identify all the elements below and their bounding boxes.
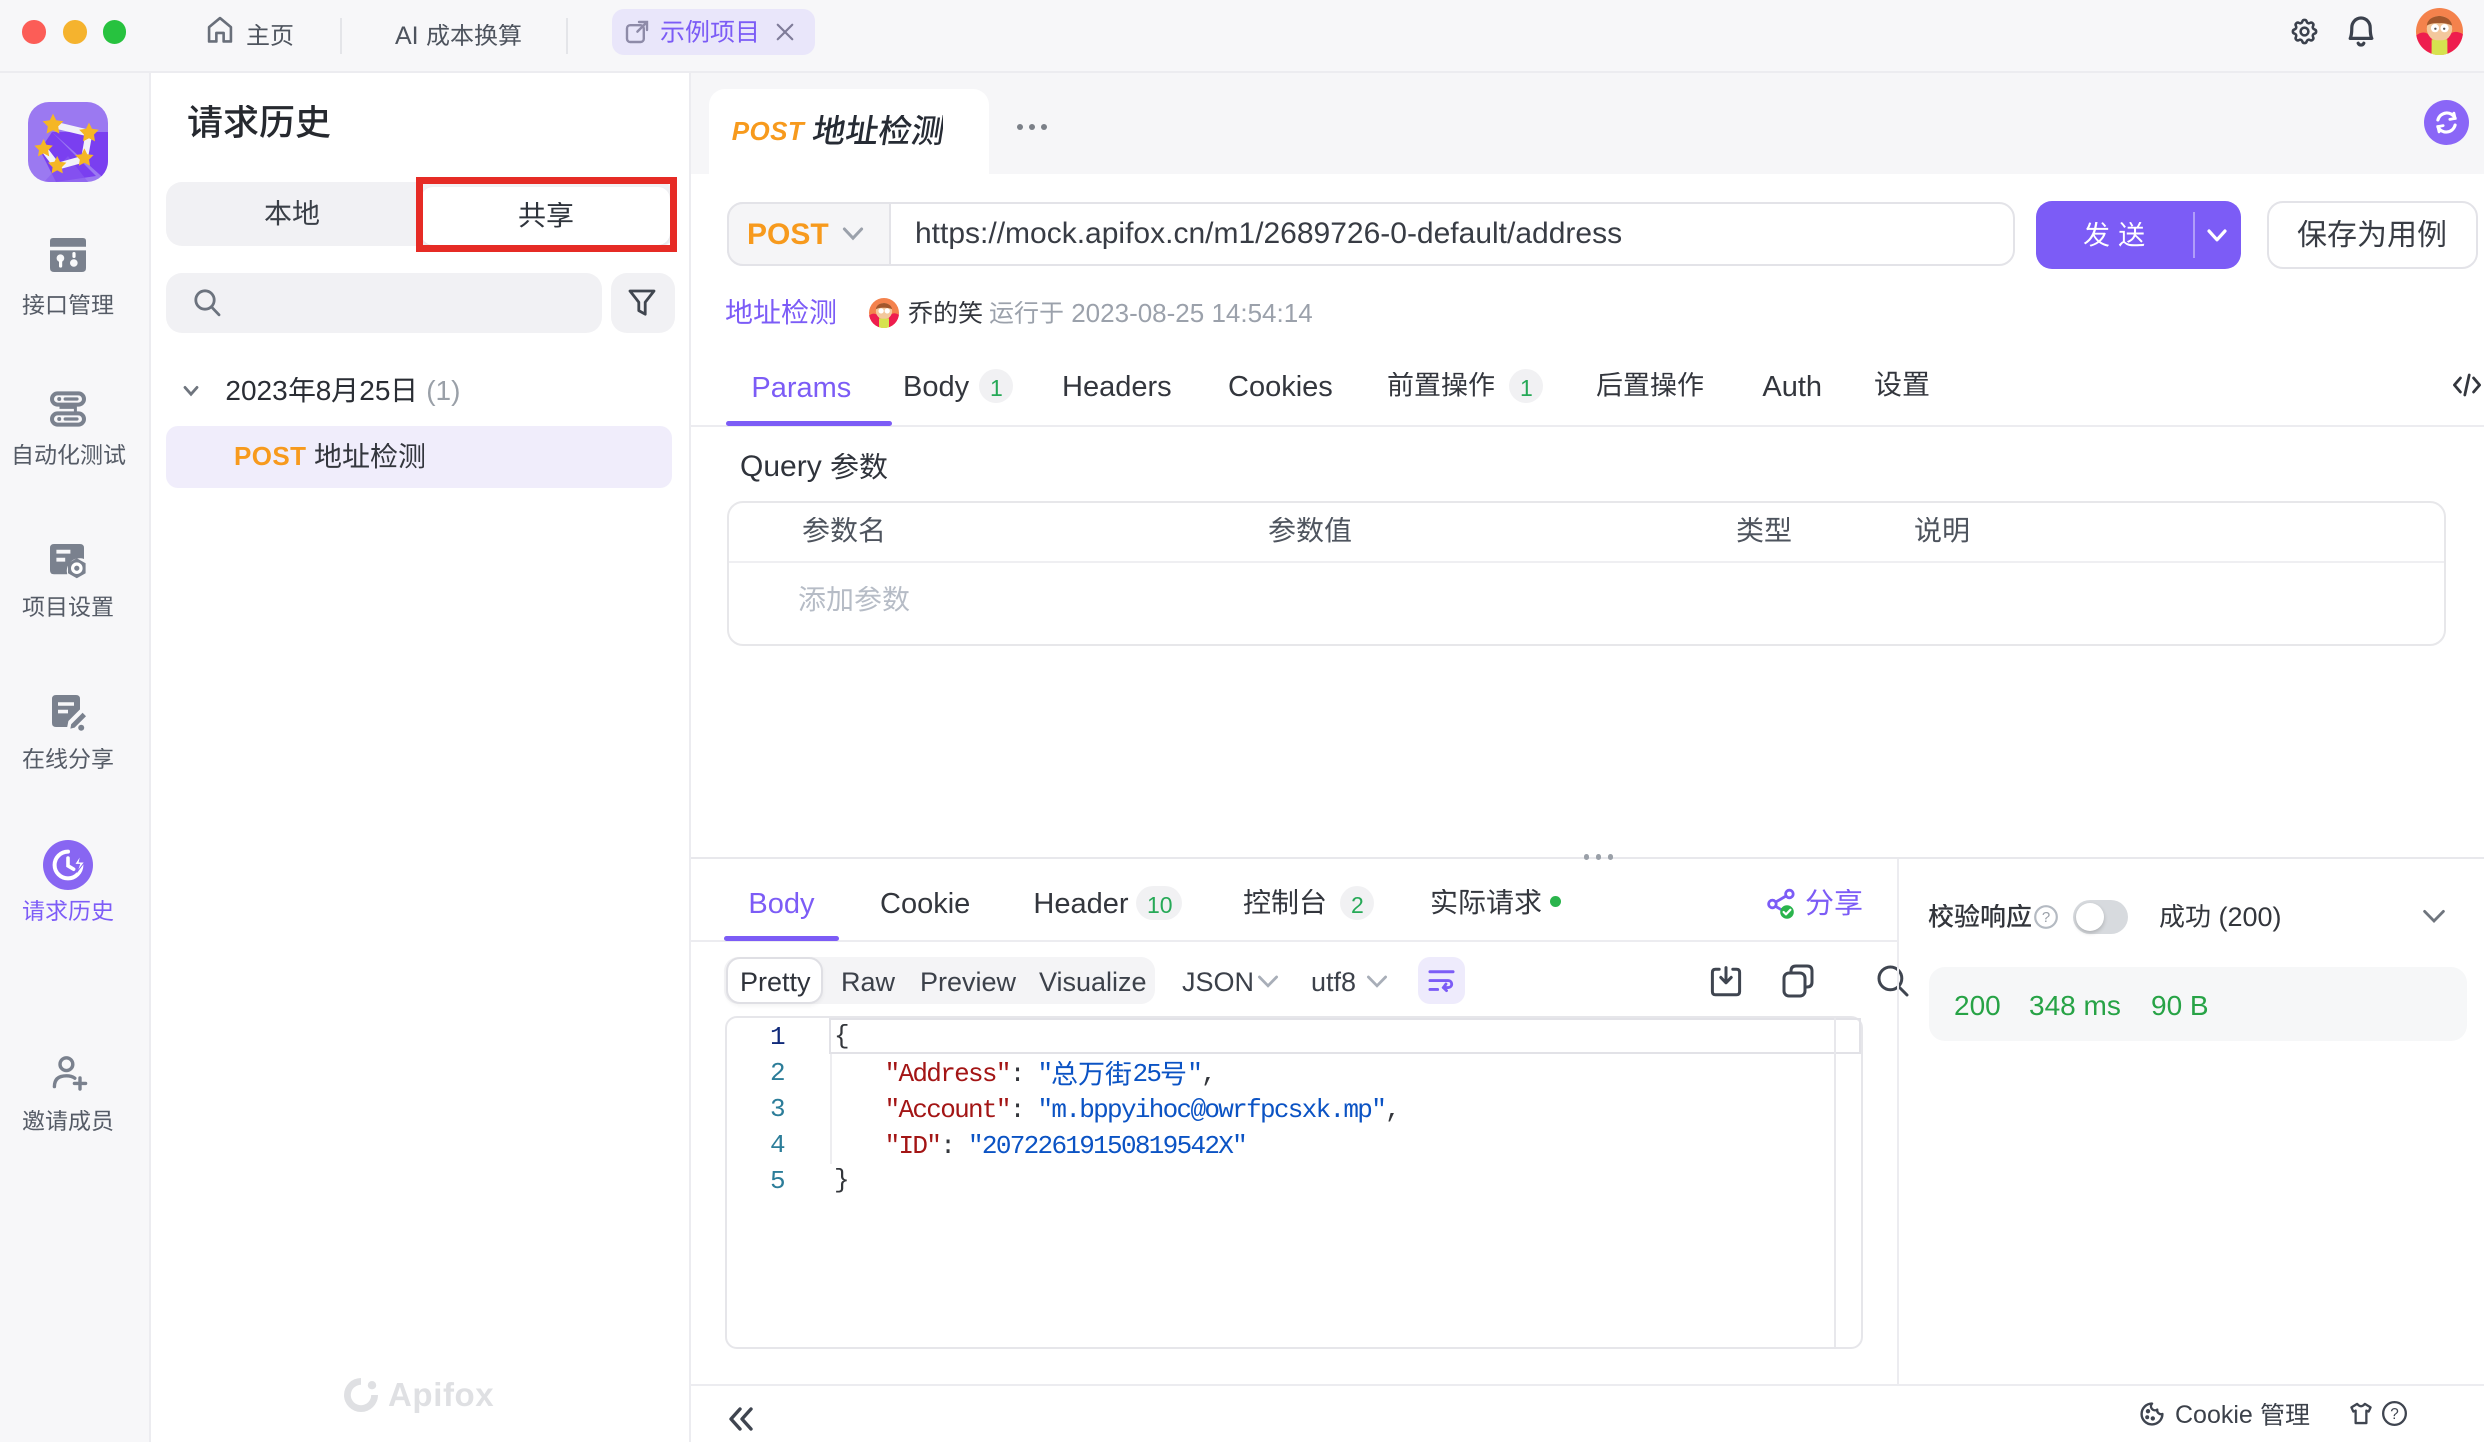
svg-text:?: ? [2390,1406,2399,1423]
svg-text:?: ? [2042,909,2050,926]
